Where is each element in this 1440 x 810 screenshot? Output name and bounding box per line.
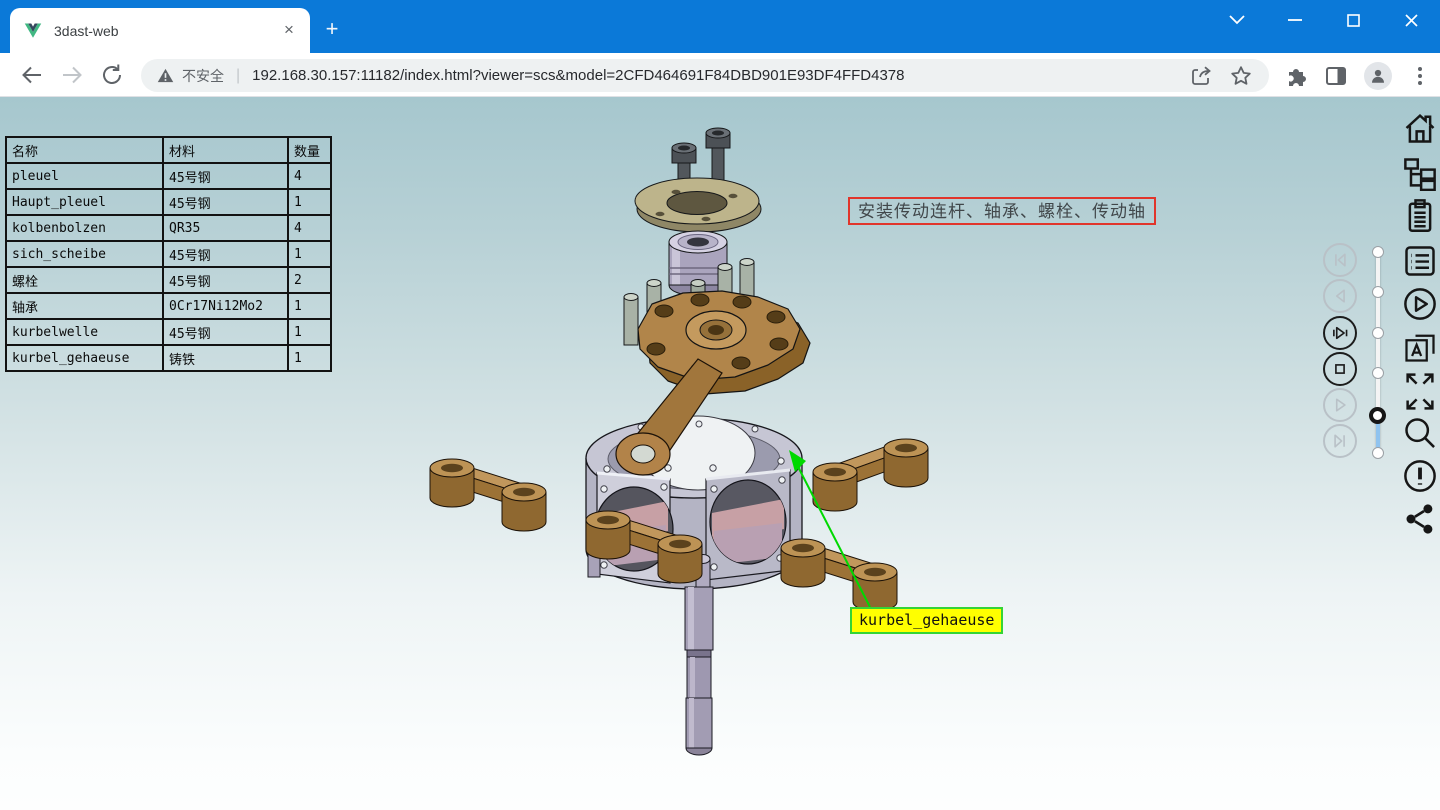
share-model-icon[interactable] — [1402, 501, 1438, 539]
model-part-pleuel-left[interactable] — [430, 459, 546, 531]
slider-tick — [1372, 246, 1384, 258]
share-page-icon[interactable] — [1189, 64, 1213, 88]
reload-icon[interactable] — [100, 63, 124, 87]
bom-cell: 4 — [288, 163, 331, 189]
not-secure-warning-icon[interactable] — [157, 68, 174, 83]
bom-cell: 螺栓 — [6, 267, 163, 293]
window-minimize-icon[interactable] — [1266, 0, 1324, 40]
bom-header-material: 材料 — [163, 137, 288, 163]
bom-cell: 2 — [288, 267, 331, 293]
table-row: kolbenbolzen QR35 4 — [6, 215, 331, 241]
table-row: 螺栓 45号钢 2 — [6, 267, 331, 293]
slider-tick — [1372, 286, 1384, 298]
bom-cell: 铸铁 — [163, 345, 288, 371]
side-panel-icon[interactable] — [1324, 64, 1348, 88]
bom-table: 名称 材料 数量 pleuel 45号钢 4 Haupt_pleuel 45号钢… — [5, 136, 332, 372]
bom-cell: 1 — [288, 345, 331, 371]
window-maximize-icon[interactable] — [1324, 0, 1382, 40]
window-close-icon[interactable] — [1382, 0, 1440, 40]
slider-tick — [1372, 327, 1384, 339]
play-animation-icon[interactable] — [1402, 286, 1438, 324]
vue-favicon — [24, 22, 42, 40]
bom-cell: 45号钢 — [163, 163, 288, 189]
home-icon[interactable] — [1402, 110, 1438, 148]
toolbar-right-controls — [1284, 62, 1432, 90]
table-row: pleuel 45号钢 4 — [6, 163, 331, 189]
bom-header-qty: 数量 — [288, 137, 331, 163]
browser-tab[interactable]: 3dast-web × — [10, 8, 310, 53]
model-part-kurbelwelle[interactable] — [685, 587, 713, 755]
bookmark-star-icon[interactable] — [1229, 64, 1253, 88]
annotation-icon[interactable] — [1402, 329, 1438, 367]
bom-cell: kolbenbolzen — [6, 215, 163, 241]
table-row: kurbel_gehaeuse 铸铁 1 — [6, 345, 331, 371]
tab-title: 3dast-web — [54, 23, 278, 39]
bom-cell: 轴承 — [6, 293, 163, 319]
url-separator: | — [236, 67, 240, 85]
bom-cell: pleuel — [6, 163, 163, 189]
bom-header-row: 名称 材料 数量 — [6, 137, 331, 163]
bom-cell: 1 — [288, 241, 331, 267]
viewer-viewport[interactable]: 名称 材料 数量 pleuel 45号钢 4 Haupt_pleuel 45号钢… — [0, 97, 1440, 810]
bom-cell: 45号钢 — [163, 267, 288, 293]
table-row: sich_scheibe 45号钢 1 — [6, 241, 331, 267]
alert-exclamation-icon[interactable] — [1402, 458, 1438, 496]
back-icon[interactable] — [20, 63, 44, 87]
bom-cell: kurbel_gehaeuse — [6, 345, 163, 371]
forward-icon[interactable] — [60, 63, 84, 87]
assembly-step-note: 安装传动连杆、轴承、螺栓、传动轴 — [848, 197, 1156, 225]
list-icon[interactable] — [1402, 243, 1438, 281]
bom-cell: Haupt_pleuel — [6, 189, 163, 215]
slider-tick — [1372, 447, 1384, 459]
previous-step-button[interactable] — [1323, 279, 1357, 313]
part-label-kurbel-gehaeuse[interactable]: kurbel_gehaeuse — [850, 607, 1003, 634]
stop-button[interactable] — [1323, 352, 1357, 386]
table-row: kurbelwelle 45号钢 1 — [6, 319, 331, 345]
table-row: Haupt_pleuel 45号钢 1 — [6, 189, 331, 215]
tab-close-icon[interactable]: × — [278, 20, 300, 42]
new-tab-button[interactable]: + — [318, 16, 346, 44]
model-part-sich-scheibe[interactable] — [635, 178, 761, 232]
url-text[interactable]: 192.168.30.157:11182/index.html?viewer=s… — [252, 67, 1189, 84]
url-bar[interactable]: 不安全 | 192.168.30.157:11182/index.html?vi… — [141, 59, 1269, 92]
bom-cell: 1 — [288, 293, 331, 319]
assembly-tree-icon[interactable] — [1402, 155, 1438, 193]
fit-view-icon[interactable] — [1402, 369, 1438, 415]
skip-to-start-button[interactable] — [1323, 243, 1357, 277]
bom-cell: 45号钢 — [163, 319, 288, 345]
person-icon — [1369, 67, 1387, 85]
slider-tick — [1372, 367, 1384, 379]
browser-toolbar: 不安全 | 192.168.30.157:11182/index.html?vi… — [0, 53, 1440, 97]
bom-cell: 0Cr17Ni12Mo2 — [163, 293, 288, 319]
bom-cell: QR35 — [163, 215, 288, 241]
skip-to-end-button[interactable] — [1323, 424, 1357, 458]
browser-menu-kebab-icon[interactable] — [1408, 64, 1432, 88]
bom-cell: 1 — [288, 319, 331, 345]
model-part-pleuel-upper-right[interactable] — [813, 439, 928, 511]
step-slider-handle[interactable] — [1369, 407, 1386, 424]
window-chevron-icon[interactable] — [1208, 0, 1266, 40]
bom-cell: kurbelwelle — [6, 319, 163, 345]
bom-header-name: 名称 — [6, 137, 163, 163]
play-button[interactable] — [1323, 388, 1357, 422]
bom-cell: 1 — [288, 189, 331, 215]
window-controls — [1208, 0, 1440, 40]
clipboard-icon[interactable] — [1402, 197, 1438, 235]
bom-cell: sich_scheibe — [6, 241, 163, 267]
table-row: 轴承 0Cr17Ni12Mo2 1 — [6, 293, 331, 319]
bom-cell: 45号钢 — [163, 241, 288, 267]
step-play-button[interactable] — [1323, 316, 1357, 350]
bom-cell: 4 — [288, 215, 331, 241]
zoom-search-icon[interactable] — [1402, 415, 1438, 453]
bom-cell: 45号钢 — [163, 189, 288, 215]
profile-avatar[interactable] — [1364, 62, 1392, 90]
browser-window: 3dast-web × + — [0, 0, 1440, 810]
model-part-pleuel-right[interactable] — [781, 539, 897, 611]
security-label: 不安全 — [182, 66, 224, 86]
browser-titlebar: 3dast-web × + — [0, 0, 1440, 53]
extensions-puzzle-icon[interactable] — [1284, 64, 1308, 88]
